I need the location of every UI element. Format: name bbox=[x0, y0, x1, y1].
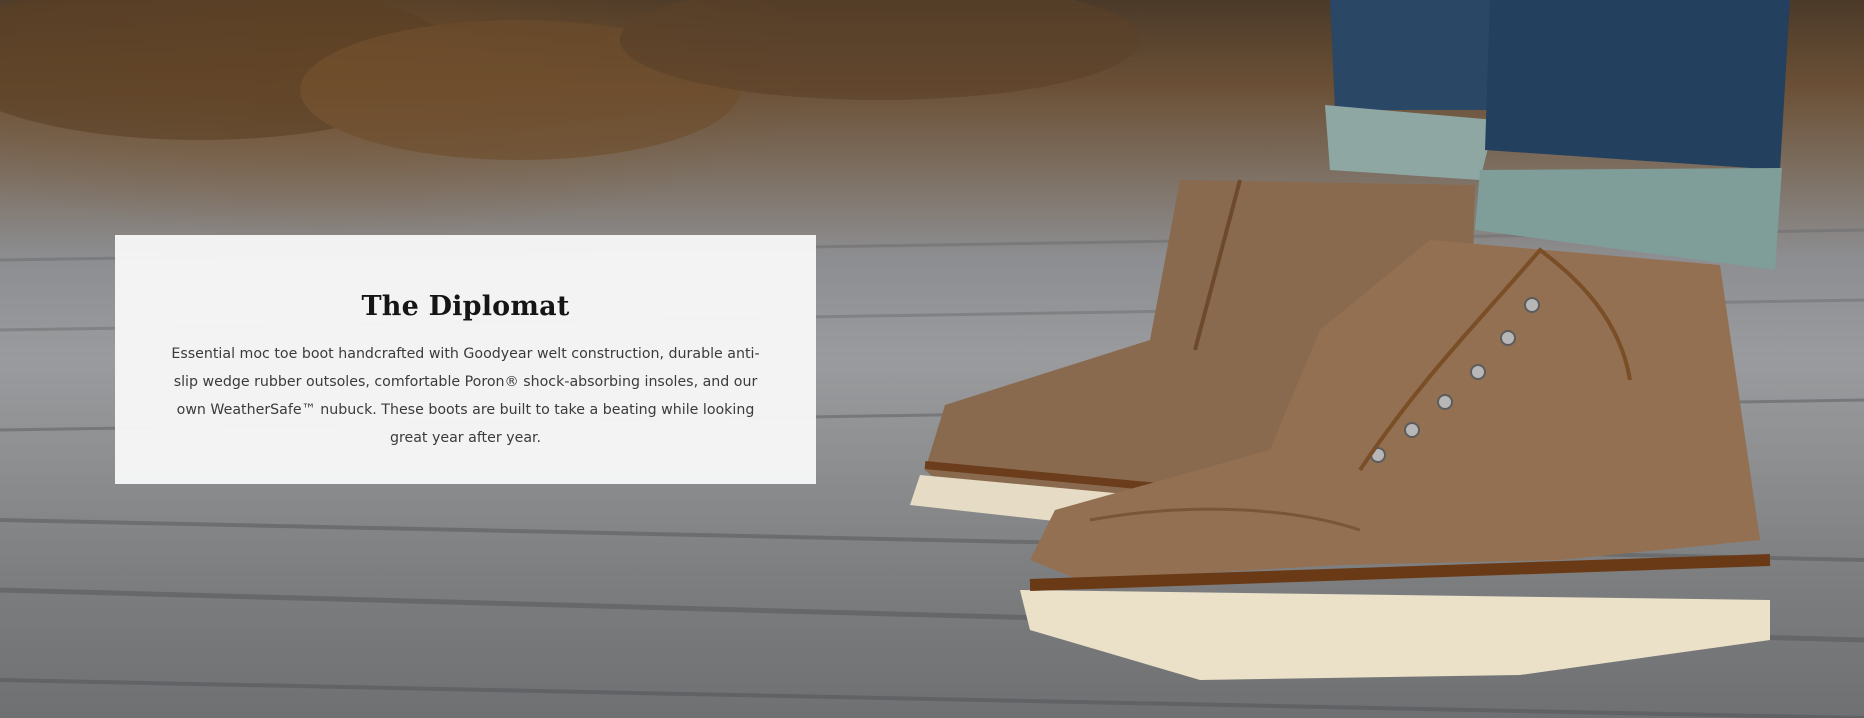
product-hero-banner: The Diplomat Essential moc toe boot hand… bbox=[0, 0, 1864, 718]
blurred-foliage bbox=[0, 0, 1140, 160]
product-title: The Diplomat bbox=[361, 291, 570, 322]
product-info-card: The Diplomat Essential moc toe boot hand… bbox=[115, 235, 816, 484]
product-description: Essential moc toe boot handcrafted with … bbox=[171, 346, 760, 446]
